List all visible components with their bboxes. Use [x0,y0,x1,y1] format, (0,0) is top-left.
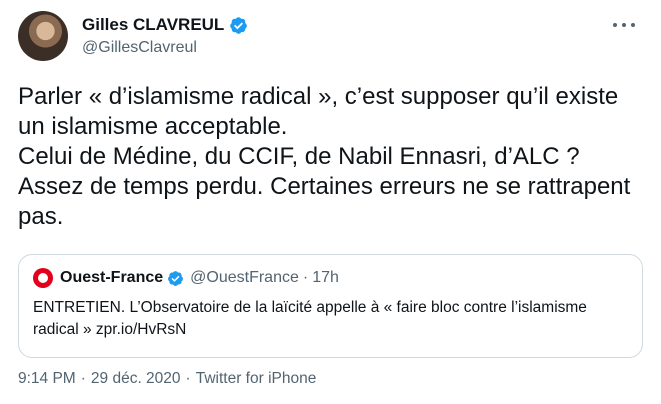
more-dot [622,23,626,27]
quoted-author-avatar [33,268,53,288]
quoted-author-display-name: Ouest-France [60,269,164,286]
tweet-meta: 9:14 PM · 29 déc. 2020 · Twitter for iPh… [18,370,316,388]
quoted-timestamp: 17h [312,269,339,286]
quoted-tweet[interactable]: Ouest-France @OuestFrance · 17h ENTRETIE… [18,254,643,358]
verified-badge-icon [229,16,248,35]
quoted-tweet-header: Ouest-France @OuestFrance · 17h [33,267,628,289]
quoted-separator: · [302,269,309,286]
author-display-name[interactable]: Gilles CLAVREUL [82,15,224,35]
tweet-date[interactable]: 29 déc. 2020 [91,370,181,388]
meta-separator: · [80,370,86,387]
tweet-text-line: pas. [18,203,64,230]
tweet-text: Parler « d’islamisme radical », c’est su… [18,82,648,232]
tweet-card: Gilles CLAVREUL @GillesClavreul Parler «… [0,0,661,404]
more-options-icon[interactable] [613,18,635,32]
tweet-text-line: Celui de Médine, du CCIF, de Nabil Ennas… [18,143,580,170]
author-name-row: Gilles CLAVREUL [82,15,248,35]
meta-separator: · [185,370,191,387]
author-handle[interactable]: @GillesClavreul [82,39,248,57]
quoted-text-line: ENTRETIEN. L’Observatoire de la laïcité … [33,299,587,316]
tweet-text-line: un islamisme acceptable. [18,113,288,140]
quoted-text-line: radical » zpr.io/HvRsN [33,321,187,338]
tweet-header: Gilles CLAVREUL @GillesClavreul [18,8,643,64]
tweet-source[interactable]: Twitter for iPhone [196,370,317,388]
more-dot [631,23,635,27]
author-info: Gilles CLAVREUL @GillesClavreul [82,15,248,57]
quoted-tweet-text: ENTRETIEN. L’Observatoire de la laïcité … [33,297,628,341]
tweet-text-line: Parler « d’islamisme radical », c’est su… [18,83,619,110]
tweet-time[interactable]: 9:14 PM [18,370,76,388]
more-dot [613,23,617,27]
author-avatar[interactable] [18,11,68,61]
quoted-author-handle: @OuestFrance [190,269,299,286]
verified-badge-icon [167,270,184,287]
tweet-text-line: Assez de temps perdu. Certaines erreurs … [18,173,631,200]
